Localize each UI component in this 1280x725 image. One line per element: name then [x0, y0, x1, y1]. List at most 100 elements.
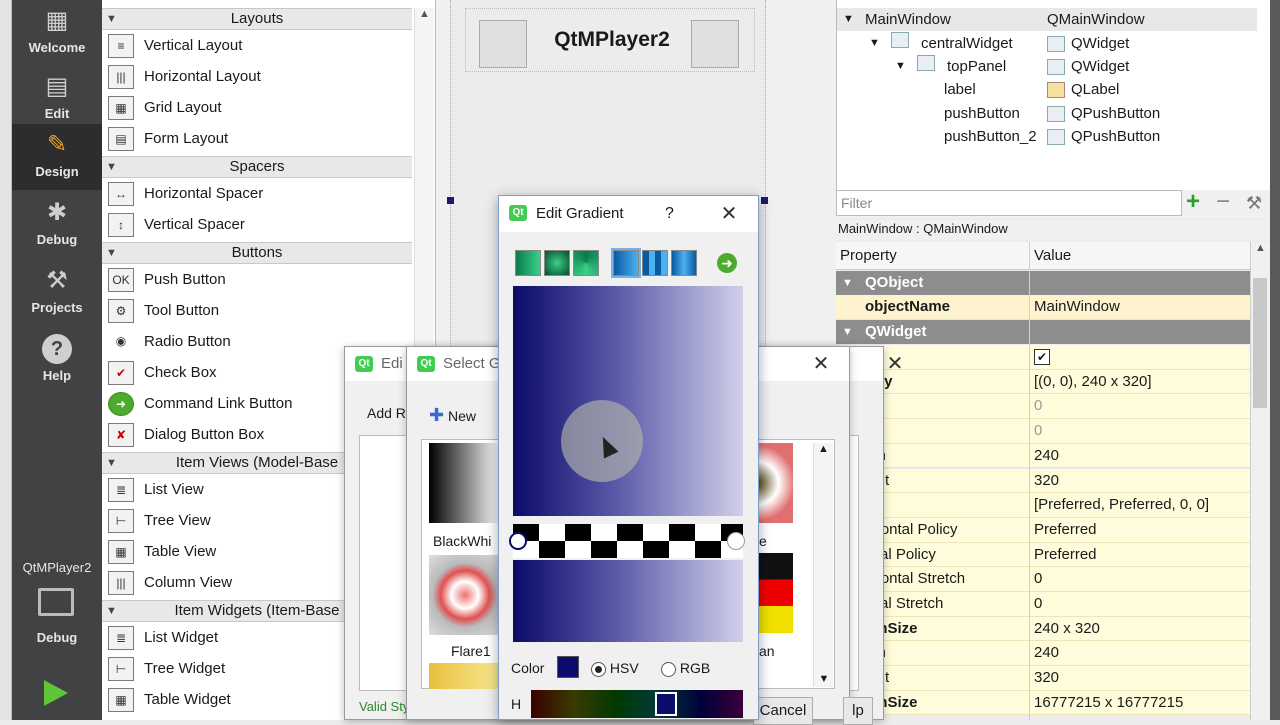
- push-button-left[interactable]: [479, 20, 527, 68]
- object-row-label[interactable]: label QLabel: [837, 78, 1257, 101]
- property-row[interactable]: ight320: [836, 468, 1250, 494]
- pad-spread-icon[interactable]: [611, 248, 641, 278]
- new-gradient-button[interactable]: ✚ New: [429, 405, 476, 426]
- property-value[interactable]: 0: [1034, 592, 1042, 616]
- gradient-stop-right[interactable]: [727, 532, 745, 550]
- property-value[interactable]: 320: [1034, 469, 1059, 493]
- close-icon[interactable]: ✕: [709, 196, 749, 232]
- repeat-spread-icon[interactable]: [642, 250, 668, 276]
- property-row[interactable]: rizontal Policy Preferred: [836, 517, 1250, 543]
- mode-debug[interactable]: ✱ Debug: [12, 192, 102, 258]
- linear-gradient-type-icon[interactable]: [515, 250, 541, 276]
- hue-slider[interactable]: [531, 690, 743, 718]
- column-divider[interactable]: [1029, 242, 1030, 720]
- mode-design[interactable]: ✎ Design: [12, 124, 102, 190]
- property-value[interactable]: 240: [1034, 444, 1059, 468]
- object-row-toppanel[interactable]: ▼ topPanel QWidget: [837, 55, 1257, 78]
- form-title-label[interactable]: QtMPlayer2: [537, 28, 687, 52]
- rgb-radio[interactable]: RGB: [661, 656, 710, 680]
- preset-germany-swatch[interactable]: [757, 553, 793, 633]
- help-button[interactable]: lp: [843, 697, 873, 725]
- run-icon[interactable]: [44, 680, 68, 706]
- widget-horizontal-layout[interactable]: ||| Horizontal Layout: [108, 62, 408, 92]
- remove-property-icon[interactable]: −: [1216, 190, 1242, 216]
- property-value[interactable]: 0: [1034, 567, 1042, 591]
- gradient-stop-left[interactable]: [509, 532, 527, 550]
- property-row[interactable]: rizontal Stretch 0: [836, 567, 1250, 592]
- gradient-stops-preview[interactable]: [513, 560, 743, 642]
- category-layouts[interactable]: ▼ Layouts: [102, 8, 412, 30]
- preset-blackwhite-swatch[interactable]: [429, 443, 501, 523]
- property-value[interactable]: 0: [1034, 419, 1042, 443]
- group-qobject[interactable]: ▼ QObject: [836, 271, 1250, 295]
- close-icon[interactable]: ✕: [875, 347, 915, 381]
- property-value[interactable]: Preferred: [1034, 543, 1097, 567]
- category-buttons[interactable]: ▼ Buttons: [102, 242, 412, 264]
- widget-grid-layout[interactable]: ▦ Grid Layout: [108, 93, 408, 123]
- object-row-pushbutton-2[interactable]: pushButton_2 QPushButton: [837, 125, 1257, 148]
- mode-edit[interactable]: ▤ Edit: [12, 66, 102, 132]
- property-row[interactable]: umSize 240 x 320: [836, 616, 1250, 642]
- property-value[interactable]: [(0, 0), 240 x 320]: [1034, 370, 1152, 394]
- configure-icon[interactable]: ⚒: [1246, 190, 1272, 216]
- widget-tool-button[interactable]: ⚙ Tool Button: [108, 296, 408, 326]
- property-row[interactable]: dth240: [836, 641, 1250, 667]
- gradient-preview-area[interactable]: [513, 286, 743, 516]
- property-row[interactable]: tical Policy Preferred: [836, 542, 1250, 568]
- widget-horizontal-spacer[interactable]: ↔ Horizontal Spacer: [108, 179, 408, 209]
- widget-vertical-layout[interactable]: ≡ Vertical Layout: [108, 31, 408, 61]
- property-filter-input[interactable]: Filter: [836, 190, 1182, 216]
- property-value[interactable]: 16777215 x 16777215: [1034, 691, 1183, 715]
- category-spacers[interactable]: ▼ Spacers: [102, 156, 412, 178]
- property-value[interactable]: 240 x 320: [1034, 617, 1100, 641]
- mode-help[interactable]: ? Help: [12, 328, 102, 394]
- widget-form-layout[interactable]: ▤ Form Layout: [108, 124, 408, 154]
- widget-vertical-spacer[interactable]: ↕ Vertical Spacer: [108, 210, 408, 240]
- mode-welcome[interactable]: ▦ Welcome: [12, 0, 102, 66]
- cancel-button[interactable]: Cancel: [753, 697, 813, 725]
- add-resource-button[interactable]: Add R: [367, 405, 406, 421]
- arrow-right-icon[interactable]: ➜: [717, 253, 737, 273]
- checkbox-checked-icon[interactable]: ✔: [1034, 349, 1050, 366]
- property-row[interactable]: 0: [836, 394, 1250, 420]
- edit-gradient-dialog[interactable]: Qt Edit Gradient ? ✕ ➜ Color HSV RGB H: [498, 195, 759, 720]
- selection-handle[interactable]: [447, 197, 454, 204]
- widget-push-button[interactable]: OK Push Button: [108, 265, 408, 295]
- preset-flare-swatch[interactable]: [429, 555, 501, 635]
- property-row-objectname[interactable]: objectName MainWindow: [836, 295, 1250, 320]
- property-scrollbar[interactable]: ▲: [1250, 242, 1270, 720]
- preset-gold-swatch[interactable]: [429, 663, 501, 689]
- color-swatch-button[interactable]: [557, 656, 579, 678]
- monitor-icon[interactable]: [38, 588, 74, 616]
- header-value[interactable]: Value: [1034, 242, 1071, 270]
- hsv-radio[interactable]: HSV: [591, 656, 639, 680]
- hue-slider-handle[interactable]: [655, 692, 677, 716]
- gradient-stops-alpha-strip[interactable]: [513, 524, 743, 558]
- object-row-centralwidget[interactable]: ▼ centralWidget QWidget: [837, 32, 1257, 55]
- close-icon[interactable]: ✕: [801, 347, 841, 381]
- mode-projects[interactable]: ⚒ Projects: [12, 260, 102, 326]
- push-button-right[interactable]: [691, 20, 739, 68]
- selection-handle[interactable]: [761, 197, 768, 204]
- property-value[interactable]: 320: [1034, 666, 1059, 690]
- conical-gradient-type-icon[interactable]: [573, 250, 599, 276]
- preset-list-scrollbar[interactable]: ▲ ▼: [813, 443, 833, 687]
- help-glyph-button[interactable]: ?: [665, 196, 674, 232]
- property-row[interactable]: ight320: [836, 666, 1250, 691]
- property-value[interactable]: 240: [1034, 641, 1059, 665]
- header-property[interactable]: Property: [840, 242, 897, 270]
- property-value[interactable]: Preferred: [1034, 518, 1097, 542]
- reflect-spread-icon[interactable]: [671, 250, 697, 276]
- property-value[interactable]: [Preferred, Preferred, 0, 0]: [1034, 493, 1209, 517]
- object-row-mainwindow[interactable]: ▼ MainWindow QMainWindow: [837, 8, 1257, 31]
- radial-gradient-type-icon[interactable]: [544, 250, 570, 276]
- property-row[interactable]: umSize 16777215 x 16777215: [836, 690, 1250, 716]
- preset-right-swatch[interactable]: [757, 443, 793, 523]
- object-row-pushbutton[interactable]: pushButton QPushButton: [837, 102, 1257, 125]
- property-row[interactable]: dth240: [836, 443, 1250, 469]
- add-property-icon[interactable]: +: [1186, 190, 1214, 216]
- property-row[interactable]: 0: [836, 419, 1250, 444]
- property-value[interactable]: ✔: [1034, 345, 1050, 369]
- property-row[interactable]: icy[Preferred, Preferred, 0, 0]: [836, 493, 1250, 518]
- property-value[interactable]: 0: [1034, 394, 1042, 418]
